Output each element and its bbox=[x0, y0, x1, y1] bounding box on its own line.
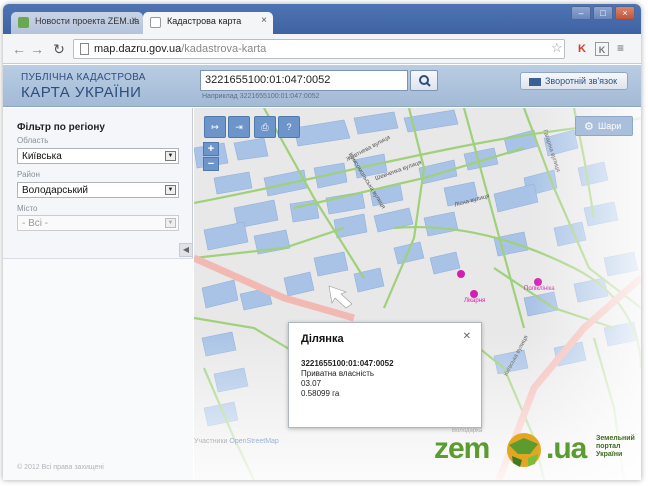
page-icon bbox=[80, 43, 89, 55]
logo-sub-line: портал bbox=[596, 443, 621, 450]
url-path: /kadastrova-karta bbox=[181, 43, 267, 55]
raion-label: Район bbox=[17, 170, 40, 179]
page-favicon-icon bbox=[150, 17, 161, 28]
tab-close-icon[interactable]: × bbox=[261, 15, 267, 26]
purpose-code: 03.07 bbox=[301, 379, 322, 388]
forward-arrow-icon[interactable]: → bbox=[29, 41, 45, 57]
tab-zem-news[interactable]: Новости проекта ZEM.ua × bbox=[11, 12, 143, 34]
search-hint: Наприклад 3221655100:01:047:0052 bbox=[202, 93, 320, 100]
popup-title: Ділянка bbox=[301, 333, 344, 345]
sidebar-empty-area bbox=[3, 258, 193, 480]
cadastral-map[interactable]: Жовтнева вулиця Шевченка вулиця Лісна ву… bbox=[194, 108, 641, 480]
filter-title: Фільтр по регіону bbox=[17, 122, 105, 133]
ownership-type: Приватна власність bbox=[301, 369, 375, 378]
zoom-out-button[interactable]: − bbox=[203, 157, 219, 171]
logo-subtitle: Земельний портал України bbox=[596, 435, 640, 459]
misto-value: - Всі - bbox=[22, 218, 49, 229]
close-window-icon[interactable]: × bbox=[615, 6, 635, 20]
mail-icon bbox=[529, 78, 541, 86]
logo-globe-icon bbox=[507, 433, 541, 467]
reload-icon[interactable]: ↻ bbox=[51, 41, 67, 57]
hamburger-menu-icon[interactable]: ≡ bbox=[617, 42, 629, 54]
cadastral-search-input[interactable]: 3221655100:01:047:0052 bbox=[200, 70, 408, 91]
zem-ua-logo: zem .ua Земельний портал України bbox=[434, 430, 639, 474]
parcel-area: 0.58099 га bbox=[301, 389, 340, 398]
osm-link[interactable]: OpenStreetMap bbox=[229, 438, 278, 445]
logo-ua-text: .ua bbox=[546, 432, 587, 465]
layers-button[interactable]: ⚙ Шари bbox=[575, 116, 633, 136]
copyright: © 2012 Всі права захищені bbox=[17, 464, 104, 471]
gear-icon: ⚙ bbox=[584, 121, 594, 133]
oblast-value: Київська bbox=[22, 151, 62, 162]
measure-tool-button[interactable]: ↦ bbox=[204, 116, 226, 138]
browser-toolbar: ← → ↻ map.dazru.gov.ua/kadastrova-karta … bbox=[3, 34, 641, 64]
star-icon[interactable]: ☆ bbox=[551, 40, 563, 56]
tab-strip: Новости проекта ZEM.ua × Кадастрова карт… bbox=[3, 4, 641, 34]
tab-close-icon[interactable]: × bbox=[131, 15, 137, 26]
feedback-label: Зворотній зв'язок bbox=[545, 76, 618, 86]
zem-favicon-icon bbox=[18, 17, 29, 28]
raion-value: Володарський bbox=[22, 185, 89, 196]
close-icon[interactable]: ✕ bbox=[463, 331, 471, 342]
zoom-in-button[interactable]: + bbox=[203, 142, 219, 156]
cadastral-number: 3221655100:01:047:0052 bbox=[301, 359, 394, 368]
misto-select[interactable]: - Всі - ▼ bbox=[17, 215, 179, 231]
search-button[interactable] bbox=[410, 70, 438, 91]
parcel-info-popup: Ділянка ✕ 3221655100:01:047:0052 Приватн… bbox=[288, 322, 482, 428]
poi-label: Поліклініка bbox=[524, 286, 555, 292]
maximize-icon[interactable]: □ bbox=[593, 6, 613, 20]
extension-k-icon[interactable]: K bbox=[575, 42, 589, 56]
logo-sub-line: Земельний bbox=[596, 435, 635, 442]
search-icon bbox=[419, 75, 431, 87]
attribution-prefix: Участники bbox=[194, 438, 228, 445]
chevron-down-icon: ▼ bbox=[165, 151, 176, 161]
region-filter-sidebar: Фільтр по регіону Область Київська ▼ Рай… bbox=[3, 108, 193, 480]
misto-label: Місто bbox=[17, 204, 38, 213]
address-bar[interactable]: map.dazru.gov.ua/kadastrova-karta bbox=[73, 39, 565, 59]
tab-cadastral-map[interactable]: Кадастрова карта × bbox=[143, 12, 273, 34]
browser-window: Новости проекта ZEM.ua × Кадастрова карт… bbox=[3, 4, 641, 480]
brand-line-1: ПУБЛІЧНА КАДАСТРОВА bbox=[21, 72, 146, 83]
oblast-select[interactable]: Київська ▼ bbox=[17, 148, 179, 164]
chevron-down-icon: ▼ bbox=[165, 185, 176, 195]
raion-select[interactable]: Володарський ▼ bbox=[17, 182, 179, 198]
chevron-down-icon: ▼ bbox=[165, 218, 176, 228]
oblast-label: Область bbox=[17, 136, 49, 145]
feedback-button[interactable]: Зворотній зв'язок bbox=[520, 72, 628, 90]
poi-label: Лікарня bbox=[464, 298, 486, 304]
extension-box-icon[interactable]: K bbox=[595, 42, 609, 56]
identify-tool-icon[interactable]: ? bbox=[278, 116, 300, 138]
map-attribution: Участники OpenStreetMap bbox=[194, 438, 279, 445]
minimize-icon[interactable]: ‒ bbox=[571, 6, 591, 20]
tab-label: Новости проекта ZEM.ua bbox=[35, 16, 140, 26]
window-controls: ‒ □ × bbox=[571, 6, 635, 20]
site-header: ПУБЛІЧНА КАДАСТРОВА КАРТА УКРАЇНИ 322165… bbox=[3, 65, 641, 107]
brand-line-2: КАРТА УКРАЇНИ bbox=[21, 84, 142, 101]
tab-label: Кадастрова карта bbox=[167, 16, 242, 26]
logo-zem-text: zem bbox=[434, 432, 490, 465]
back-arrow-icon[interactable]: ← bbox=[11, 41, 27, 57]
logo-sub-line: України bbox=[596, 451, 623, 458]
print-icon[interactable]: ⎙ bbox=[254, 116, 276, 138]
layers-label: Шари bbox=[598, 121, 622, 131]
collapse-sidebar-button[interactable]: ◀ bbox=[179, 243, 193, 257]
area-tool-button[interactable]: ⇥ bbox=[228, 116, 250, 138]
url-host: map.dazru.gov.ua bbox=[94, 43, 182, 55]
